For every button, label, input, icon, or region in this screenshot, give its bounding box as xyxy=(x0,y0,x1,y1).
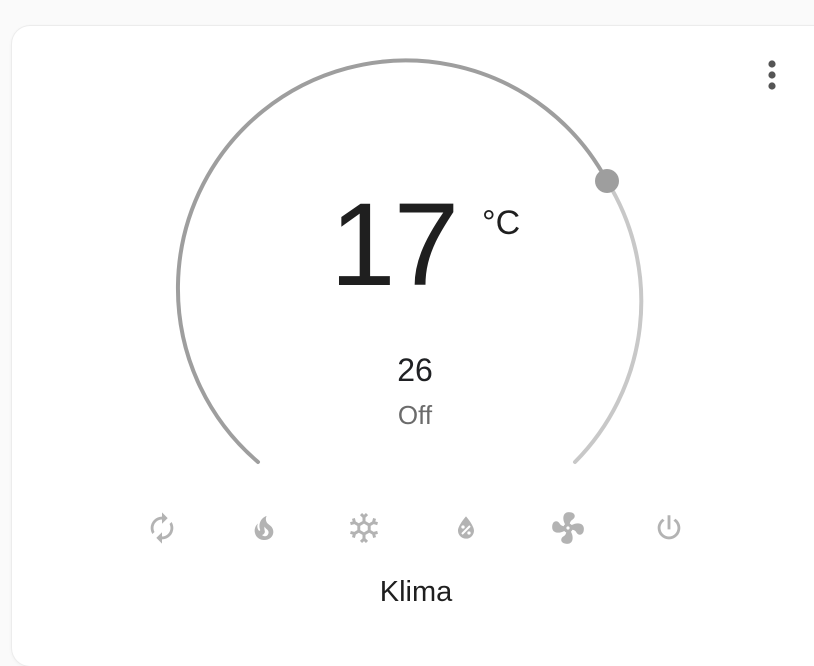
entity-name: Klima xyxy=(379,576,453,608)
mode-off-button[interactable] xyxy=(646,505,692,551)
hvac-mode-bar xyxy=(0,505,814,551)
current-temperature: 17 xyxy=(330,179,459,311)
water-percent-icon xyxy=(458,516,474,539)
fire-icon xyxy=(254,516,274,540)
temperature-unit: °C xyxy=(482,204,521,242)
snowflake-icon xyxy=(350,513,378,543)
mode-auto-button[interactable] xyxy=(139,505,185,551)
fan-icon xyxy=(552,512,584,544)
cycle-icon xyxy=(150,512,174,544)
dial-handle[interactable] xyxy=(595,169,619,193)
mode-dry-button[interactable] xyxy=(443,505,489,551)
target-temperature: 26 xyxy=(397,352,433,388)
mode-heat-button[interactable] xyxy=(241,505,287,551)
hvac-state: Off xyxy=(397,400,433,430)
mode-fan-button[interactable] xyxy=(545,505,591,551)
power-icon xyxy=(657,515,681,540)
mode-cool-button[interactable] xyxy=(341,505,387,551)
